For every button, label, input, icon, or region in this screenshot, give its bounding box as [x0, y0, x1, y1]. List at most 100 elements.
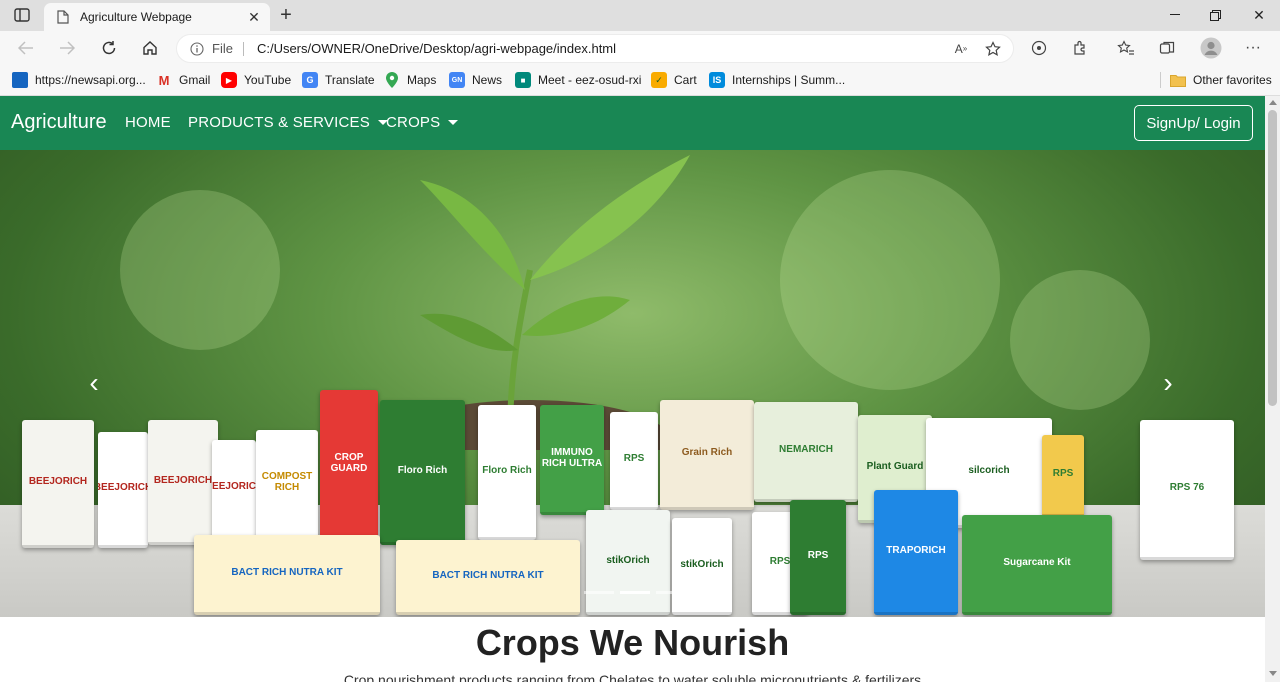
browser-tab-active[interactable]: Agriculture Webpage ✕	[44, 3, 270, 31]
tracking-icon[interactable]	[1027, 36, 1051, 60]
product-label: silcorich	[968, 465, 1010, 477]
bookmark-label: YouTube	[244, 73, 292, 87]
product-package: BEEJORICH	[98, 432, 148, 548]
bookmark-internships[interactable]: IS Internships | Summ...	[709, 71, 845, 89]
home-icon[interactable]	[138, 36, 162, 60]
address-bar[interactable]: File C:/Users/OWNER/OneDrive/Desktop/agr…	[176, 34, 1014, 63]
carousel-indicator[interactable]	[656, 591, 686, 594]
add-favorite-icon[interactable]	[981, 37, 1005, 61]
bookmark-youtube[interactable]: ▶ YouTube	[221, 71, 291, 89]
product-label: Floro Rich	[482, 464, 532, 476]
news-favicon-icon: GN	[449, 72, 465, 88]
favorites-bar: https://newsapi.org... M Gmail ▶ YouTube…	[0, 65, 1280, 96]
product-package: Floro Rich	[380, 400, 465, 545]
folder-icon	[1170, 72, 1186, 88]
close-tab-icon[interactable]: ✕	[242, 5, 266, 29]
background-bokeh	[120, 190, 280, 350]
cart-favicon-icon: ✓	[651, 72, 667, 88]
bookmark-newsapi[interactable]: https://newsapi.org...	[12, 71, 146, 89]
signup-login-button[interactable]: SignUp/ Login	[1134, 105, 1253, 141]
other-favorites-label: Other favorites	[1193, 73, 1272, 87]
bookmark-translate[interactable]: G Translate	[302, 71, 375, 89]
back-icon[interactable]	[14, 36, 38, 60]
collections-icon[interactable]	[1155, 36, 1179, 60]
bookmark-label: Meet - eez-osud-rxi	[538, 73, 642, 87]
bookmark-maps[interactable]: Maps	[384, 71, 436, 89]
restore-icon[interactable]	[1204, 5, 1226, 25]
carousel-indicators	[584, 591, 686, 594]
gmail-favicon-icon: M	[158, 72, 170, 88]
carousel-indicator[interactable]	[584, 591, 614, 594]
other-favorites-folder[interactable]: Other favorites	[1170, 71, 1272, 89]
product-package: BACT RICH NUTRA KIT	[194, 535, 380, 615]
page-scrollbar[interactable]	[1265, 96, 1280, 682]
tab-actions-icon[interactable]	[12, 6, 32, 24]
product-package: RPS	[790, 500, 846, 615]
profile-avatar-icon[interactable]	[1199, 36, 1223, 60]
meet-camera-icon: ■	[515, 72, 531, 88]
product-label: NEMARICH	[779, 444, 833, 456]
product-package: BEEJORICH	[148, 420, 218, 545]
favorites-icon[interactable]	[1114, 36, 1138, 60]
nav-crops-dropdown[interactable]: CROPS	[386, 114, 459, 131]
product-label: BACT RICH NUTRA KIT	[432, 569, 544, 581]
browser-tab-bar: Agriculture Webpage ✕ + ✕	[0, 0, 1280, 31]
refresh-icon[interactable]	[97, 36, 121, 60]
product-package: BACT RICH NUTRA KIT	[396, 540, 580, 615]
more-options-icon[interactable]: ···	[1241, 36, 1265, 60]
product-package: BEEJORICH	[22, 420, 94, 548]
scroll-thumb[interactable]	[1268, 110, 1277, 406]
bookmark-gmail[interactable]: M Gmail	[156, 71, 211, 89]
product-package: RPS	[610, 412, 658, 510]
carousel-next-button[interactable]: ›	[1156, 368, 1180, 398]
bookmark-news[interactable]: GN News	[449, 71, 502, 89]
page-viewport: Agriculture HOME PRODUCTS & SERVICES CRO…	[0, 96, 1265, 682]
product-label: BEEJORICH	[98, 482, 148, 494]
product-label: RPS	[769, 555, 791, 567]
forward-icon[interactable]	[55, 36, 79, 60]
product-package: RPS 76	[1140, 420, 1234, 560]
bookmark-label: Translate	[325, 73, 375, 87]
carousel-prev-button[interactable]: ‹	[82, 368, 106, 398]
address-divider	[242, 41, 244, 56]
translate-favicon-icon: G	[302, 72, 318, 88]
product-label: stikOrich	[606, 554, 650, 566]
nav-home[interactable]: HOME	[125, 114, 171, 131]
bookmark-meet[interactable]: ■ Meet - eez-osud-rxi	[515, 71, 641, 89]
nav-products-label: PRODUCTS & SERVICES	[188, 114, 370, 131]
scroll-down-arrow-icon[interactable]	[1269, 671, 1277, 676]
product-package: Grain Rich	[660, 400, 754, 510]
info-icon[interactable]	[189, 41, 205, 57]
product-label: IMMUNO RICH ULTRA	[541, 447, 603, 469]
nav-products-dropdown[interactable]: PRODUCTS & SERVICES	[188, 114, 388, 131]
product-label: COMPOST RICH	[261, 471, 313, 493]
product-package: Floro Rich	[478, 405, 536, 540]
address-url[interactable]: C:/Users/OWNER/OneDrive/Desktop/agri-web…	[257, 41, 949, 56]
site-brand[interactable]: Agriculture	[11, 111, 107, 134]
close-window-icon[interactable]: ✕	[1248, 5, 1270, 25]
section-subtitle: Crop nourishment products ranging from C…	[343, 672, 922, 682]
product-label: BEEJORICH	[212, 481, 256, 493]
scroll-up-arrow-icon[interactable]	[1269, 100, 1277, 105]
product-label: RPS	[623, 453, 645, 465]
product-label: TRAPORICH	[886, 544, 946, 556]
product-label: BEEJORICH	[28, 476, 88, 488]
product-package: BEEJORICH	[212, 440, 256, 538]
product-package: stikOrich	[586, 510, 670, 615]
bookmark-label: Internships | Summ...	[732, 73, 846, 87]
product-label: Grain Rich	[681, 447, 733, 459]
product-package: IMMUNO RICH ULTRA	[540, 405, 604, 515]
product-label: Floro Rich	[397, 464, 448, 476]
product-package: RPS	[1042, 435, 1084, 517]
extensions-icon[interactable]	[1068, 36, 1092, 60]
new-tab-icon[interactable]: +	[276, 4, 296, 26]
address-scheme-label: File	[212, 41, 233, 56]
read-aloud-icon[interactable]: A»	[949, 37, 973, 61]
site-navbar: Agriculture HOME PRODUCTS & SERVICES CRO…	[0, 96, 1265, 150]
newsapi-favicon-icon	[12, 72, 28, 88]
carousel-indicator[interactable]	[620, 591, 650, 594]
bookmark-cart[interactable]: ✓ Cart	[651, 71, 697, 89]
product-label: BACT RICH NUTRA KIT	[231, 567, 343, 579]
minimize-icon[interactable]	[1164, 5, 1186, 25]
favorites-divider	[1160, 72, 1161, 88]
